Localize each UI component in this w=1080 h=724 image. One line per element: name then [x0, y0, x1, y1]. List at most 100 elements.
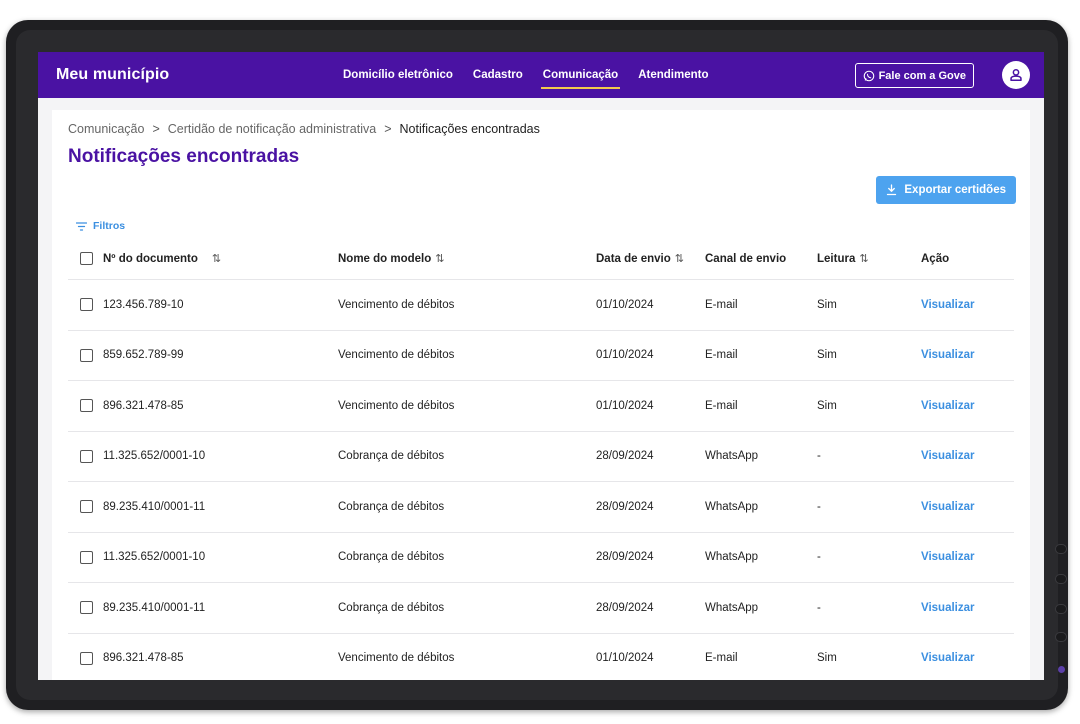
breadcrumb-separator: >: [152, 122, 160, 136]
send-channel: E-mail: [705, 399, 738, 412]
table-row: 89.235.410/0001-11 Cobrança de débitos 2…: [68, 482, 1014, 533]
nav-item-cadastro[interactable]: Cadastro: [463, 52, 533, 98]
breadcrumb-current: Notificações encontradas: [399, 122, 540, 136]
send-channel: WhatsApp: [705, 601, 759, 614]
send-date: 28/09/2024: [596, 450, 654, 463]
send-date: 28/09/2024: [596, 551, 654, 564]
table-row: 896.321.478-85 Vencimento de débitos 01/…: [68, 634, 1014, 681]
view-link[interactable]: Visualizar: [921, 381, 975, 431]
filters-toggle[interactable]: Filtros: [68, 214, 1014, 238]
model-name: Vencimento de débitos: [338, 652, 455, 665]
export-button-label: Exportar certidões: [904, 184, 1006, 196]
user-icon: [1010, 68, 1022, 82]
send-channel: WhatsApp: [705, 450, 759, 463]
doc-number: 89.235.410/0001-11: [103, 500, 206, 513]
top-navbar: Meu município Domicílio eletrônico Cadas…: [38, 52, 1044, 98]
nav-item-atendimento[interactable]: Atendimento: [628, 52, 718, 98]
doc-number: 11.325.652/0001-10: [103, 450, 206, 463]
row-checkbox[interactable]: [80, 348, 93, 362]
doc-number: 896.321.478-85: [103, 652, 184, 665]
send-date: 01/10/2024: [596, 652, 654, 665]
download-icon: [887, 184, 897, 196]
filter-icon: [76, 221, 87, 231]
table-row: 89.235.410/0001-11 Cobrança de débitos 2…: [68, 583, 1014, 634]
view-link[interactable]: Visualizar: [921, 432, 975, 482]
send-channel: E-mail: [705, 652, 738, 665]
read-status: Sim: [817, 298, 837, 311]
doc-number: 896.321.478-85: [103, 399, 184, 412]
view-link[interactable]: Visualizar: [921, 533, 975, 583]
row-checkbox[interactable]: [80, 601, 93, 615]
model-name: Vencimento de débitos: [338, 399, 455, 412]
breadcrumb-certidao[interactable]: Certidão de notificação administrativa: [168, 122, 376, 136]
row-checkbox[interactable]: [80, 651, 93, 665]
header-model-label[interactable]: Nome do modelo: [338, 253, 431, 265]
row-checkbox[interactable]: [80, 550, 93, 564]
export-certificates-button[interactable]: Exportar certidões: [876, 176, 1016, 204]
nav-item-comunicacao[interactable]: Comunicação: [533, 52, 628, 98]
header-model: Nome do modelo ⇅: [338, 238, 445, 279]
main-nav: Domicílio eletrônico Cadastro Comunicaçã…: [333, 52, 718, 98]
app-screen: Meu município Domicílio eletrônico Cadas…: [38, 52, 1044, 680]
table-row: 859.652.789-99 Vencimento de débitos 01/…: [68, 331, 1014, 381]
header-doc: Nº do documento ⇅: [80, 238, 221, 279]
table-row: 896.321.478-85 Vencimento de débitos 01/…: [68, 381, 1014, 432]
user-avatar[interactable]: [1002, 61, 1030, 89]
sort-icon[interactable]: ⇅: [859, 252, 868, 265]
brand-logo[interactable]: Meu município: [56, 66, 169, 84]
read-status: -: [817, 500, 821, 513]
select-all-checkbox[interactable]: [80, 252, 93, 265]
model-name: Vencimento de débitos: [338, 298, 455, 311]
read-status: Sim: [817, 349, 837, 362]
sort-icon[interactable]: ⇅: [435, 252, 444, 265]
row-checkbox[interactable]: [80, 449, 93, 463]
view-link[interactable]: Visualizar: [921, 482, 975, 532]
filters-label: Filtros: [93, 220, 126, 232]
header-canal-label: Canal de envio: [705, 252, 787, 265]
header-read-label[interactable]: Leitura: [817, 253, 855, 265]
send-channel: E-mail: [705, 298, 738, 311]
read-status: -: [817, 601, 821, 614]
device-side-button: [1055, 604, 1067, 614]
header-date: Data de envio ⇅: [596, 238, 684, 279]
device-indicator-light: [1058, 666, 1065, 673]
table-row: 11.325.652/0001-10 Cobrança de débitos 2…: [68, 432, 1014, 482]
header-canal: Canal de envio: [705, 238, 786, 279]
header-doc-label[interactable]: Nº do documento: [103, 253, 198, 265]
sort-icon[interactable]: ⇅: [212, 252, 221, 265]
header-read: Leitura ⇅: [817, 238, 869, 279]
row-checkbox[interactable]: [80, 298, 93, 312]
nav-item-domicilio[interactable]: Domicílio eletrônico: [333, 52, 463, 98]
talk-button-label: Fale com a Gove: [878, 69, 966, 82]
device-side-button: [1055, 544, 1067, 554]
send-date: 01/10/2024: [596, 298, 654, 311]
breadcrumb-comunicacao[interactable]: Comunicação: [68, 122, 144, 136]
send-date: 28/09/2024: [596, 500, 654, 513]
talk-to-gov-button[interactable]: Fale com a Gove: [854, 63, 974, 88]
read-status: Sim: [817, 399, 837, 412]
view-link[interactable]: Visualizar: [921, 634, 975, 681]
notifications-table: Filtros Nº do documento ⇅ Nome do modelo ⇅…: [68, 214, 1014, 680]
send-channel: WhatsApp: [705, 551, 759, 564]
doc-number: 123.456.789-10: [103, 298, 184, 311]
table-row: 123.456.789-10 Vencimento de débitos 01/…: [68, 280, 1014, 331]
view-link[interactable]: Visualizar: [921, 280, 975, 330]
header-acao-label: Ação: [921, 252, 950, 265]
device-side-button: [1055, 632, 1067, 642]
send-date: 01/10/2024: [596, 399, 654, 412]
main-content: Comunicação > Certidão de notificação ad…: [52, 110, 1030, 680]
model-name: Vencimento de débitos: [338, 349, 455, 362]
row-checkbox[interactable]: [80, 500, 93, 514]
header-acao: Ação: [921, 238, 949, 279]
send-channel: E-mail: [705, 349, 738, 362]
sort-icon[interactable]: ⇅: [675, 252, 684, 265]
table-header-row: Nº do documento ⇅ Nome do modelo ⇅ Data de…: [68, 238, 1014, 280]
read-status: -: [817, 450, 821, 463]
header-date-label[interactable]: Data de envio: [596, 253, 671, 265]
send-date: 28/09/2024: [596, 601, 654, 614]
model-name: Cobrança de débitos: [338, 450, 445, 463]
view-link[interactable]: Visualizar: [921, 583, 975, 633]
row-checkbox[interactable]: [80, 399, 93, 413]
page-title: Notificações encontradas: [68, 146, 300, 167]
view-link[interactable]: Visualizar: [921, 331, 975, 381]
